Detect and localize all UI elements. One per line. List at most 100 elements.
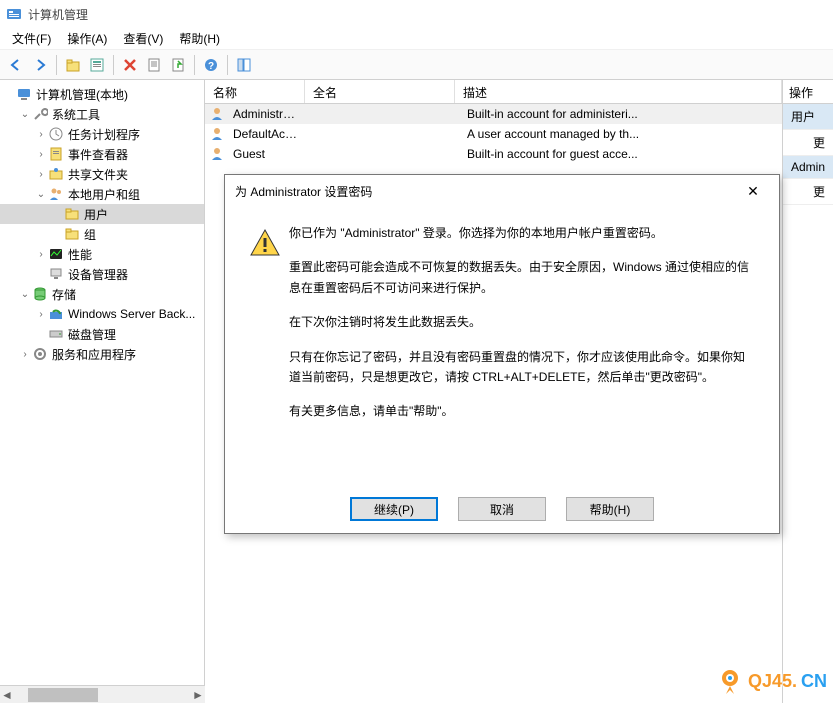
disk-icon — [48, 326, 64, 342]
menu-action[interactable]: 操作(A) — [59, 28, 115, 49]
tree-local-users-groups[interactable]: ⌄ 本地用户和组 — [0, 184, 204, 204]
scroll-right-icon[interactable]: ► — [191, 688, 205, 702]
actions-more2[interactable]: 更 — [783, 179, 833, 205]
cell-name: DefaultAcc... — [225, 127, 309, 141]
tree-label: 磁盘管理 — [68, 326, 116, 343]
dialog-titlebar[interactable]: 为 Administrator 设置密码 ✕ — [225, 175, 779, 207]
chevron-right-icon[interactable]: › — [34, 249, 48, 260]
tree-system-tools[interactable]: ⌄ 系统工具 — [0, 104, 204, 124]
nav-hscrollbar[interactable]: ◄ ► — [0, 685, 205, 703]
chevron-right-icon[interactable]: › — [18, 349, 32, 360]
tree-label: 用户 — [84, 206, 108, 223]
dialog-title-text: 为 Administrator 设置密码 — [235, 183, 737, 200]
device-icon — [48, 266, 64, 282]
cell-desc: Built-in account for administeri... — [459, 107, 782, 121]
toolbar-separator — [227, 55, 228, 75]
tree-task-scheduler[interactable]: › 任务计划程序 — [0, 124, 204, 144]
toolbar: ? — [0, 50, 833, 80]
refresh-icon[interactable] — [143, 54, 165, 76]
toolbar-separator — [56, 55, 57, 75]
warning-icon — [249, 223, 289, 485]
properties-icon[interactable] — [86, 54, 108, 76]
watermark-text: QJ45. — [748, 671, 797, 692]
user-row[interactable]: Guest Built-in account for guest acce... — [205, 144, 782, 164]
toolbar-separator — [113, 55, 114, 75]
svg-text:?: ? — [208, 61, 214, 72]
perf-icon — [48, 246, 64, 262]
navigation-tree: 计算机管理(本地) ⌄ 系统工具 › 任务计划程序 › 事件查看器 › 共享文件… — [0, 80, 205, 703]
watermark-cn: CN — [801, 671, 827, 692]
close-icon[interactable]: ✕ — [737, 183, 769, 200]
help-button[interactable]: 帮助(H) — [566, 497, 654, 521]
export-icon[interactable] — [167, 54, 189, 76]
tree-label: 存储 — [52, 286, 76, 303]
col-name[interactable]: 名称 — [205, 80, 305, 103]
tree-device-manager[interactable]: 设备管理器 — [0, 264, 204, 284]
window-title: 计算机管理 — [28, 6, 88, 23]
col-desc[interactable]: 描述 — [455, 80, 782, 103]
tree-users[interactable]: 用户 — [0, 204, 204, 224]
actions-header: 操作 — [783, 80, 833, 104]
actions-users[interactable]: 用户 — [783, 104, 833, 130]
clock-icon — [48, 126, 64, 142]
cell-desc: Built-in account for guest acce... — [459, 147, 782, 161]
tree-label: 系统工具 — [52, 106, 100, 123]
cell-name: Administrat... — [225, 107, 309, 121]
event-icon — [48, 146, 64, 162]
chevron-right-icon[interactable]: › — [34, 309, 48, 320]
dialog-message: 你已作为 "Administrator" 登录。你选择为你的本地用户帐户重置密码… — [289, 223, 755, 485]
chevron-right-icon[interactable]: › — [34, 149, 48, 160]
tree-wsb[interactable]: › Windows Server Back... — [0, 304, 204, 324]
tree-groups[interactable]: 组 — [0, 224, 204, 244]
up-level-icon[interactable] — [62, 54, 84, 76]
pin-icon — [716, 667, 744, 695]
tree-label: 服务和应用程序 — [52, 346, 136, 363]
menu-help[interactable]: 帮助(H) — [171, 28, 228, 49]
dialog-p1: 你已作为 "Administrator" 登录。你选择为你的本地用户帐户重置密码… — [289, 223, 755, 243]
actions-pane: 操作 用户 更 Admin 更 — [783, 80, 833, 703]
chevron-down-icon[interactable]: ⌄ — [34, 189, 48, 200]
tree-label: 事件查看器 — [68, 146, 128, 163]
view-mode-icon[interactable] — [233, 54, 255, 76]
tree-storage[interactable]: ⌄ 存储 — [0, 284, 204, 304]
continue-button[interactable]: 继续(P) — [350, 497, 438, 521]
actions-more[interactable]: 更 — [783, 130, 833, 156]
column-headers: 名称 全名 描述 — [205, 80, 782, 104]
menu-view[interactable]: 查看(V) — [115, 28, 171, 49]
nav-back-icon[interactable] — [5, 54, 27, 76]
menubar: 文件(F) 操作(A) 查看(V) 帮助(H) — [0, 28, 833, 50]
nav-forward-icon[interactable] — [29, 54, 51, 76]
chevron-down-icon[interactable]: ⌄ — [18, 289, 32, 300]
tree-shared-folders[interactable]: › 共享文件夹 — [0, 164, 204, 184]
tree-label: 共享文件夹 — [68, 166, 128, 183]
user-icon — [209, 126, 225, 142]
user-row[interactable]: DefaultAcc... A user account managed by … — [205, 124, 782, 144]
tree-event-viewer[interactable]: › 事件查看器 — [0, 144, 204, 164]
tree-performance[interactable]: › 性能 — [0, 244, 204, 264]
users-icon — [48, 186, 64, 202]
help-icon[interactable]: ? — [200, 54, 222, 76]
col-fullname[interactable]: 全名 — [305, 80, 455, 103]
tree-services-apps[interactable]: › 服务和应用程序 — [0, 344, 204, 364]
tree-root[interactable]: 计算机管理(本地) — [0, 84, 204, 104]
tree-label: 性能 — [68, 246, 92, 263]
user-row[interactable]: Administrat... Built-in account for admi… — [205, 104, 782, 124]
folder-icon — [64, 206, 80, 222]
chevron-right-icon[interactable]: › — [34, 129, 48, 140]
tree-label: Windows Server Back... — [68, 307, 195, 321]
chevron-right-icon[interactable]: › — [34, 169, 48, 180]
menu-file[interactable]: 文件(F) — [4, 28, 59, 49]
delete-icon[interactable] — [119, 54, 141, 76]
chevron-down-icon[interactable]: ⌄ — [18, 109, 32, 120]
user-icon — [209, 106, 225, 122]
toolbar-separator — [194, 55, 195, 75]
window-titlebar: 计算机管理 — [0, 0, 833, 28]
scroll-left-icon[interactable]: ◄ — [0, 688, 14, 702]
dialog-p2: 重置此密码可能会造成不可恢复的数据丢失。由于安全原因，Windows 通过使相应… — [289, 257, 755, 298]
tree-label: 组 — [84, 226, 96, 243]
actions-admin[interactable]: Admin — [783, 156, 833, 179]
cancel-button[interactable]: 取消 — [458, 497, 546, 521]
scroll-thumb[interactable] — [28, 688, 98, 702]
tree-disk-mgmt[interactable]: 磁盘管理 — [0, 324, 204, 344]
tree-label: 设备管理器 — [68, 266, 128, 283]
